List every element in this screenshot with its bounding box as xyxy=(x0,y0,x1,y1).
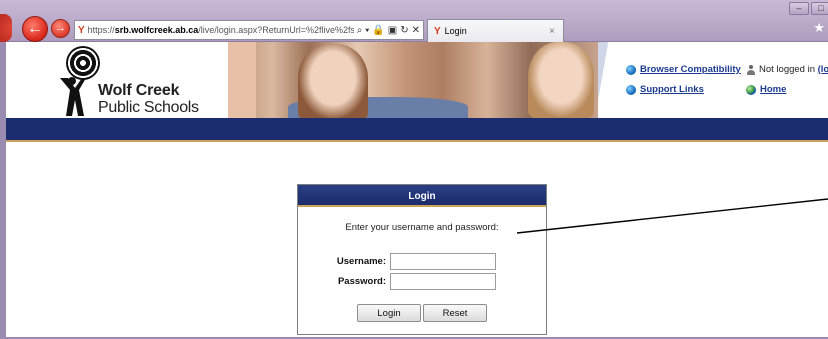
password-label: Password: xyxy=(337,276,386,287)
tab-title: Login xyxy=(444,26,467,36)
header-photo xyxy=(228,42,598,118)
compat-view-icon[interactable]: ▣ xyxy=(388,25,397,36)
window-edge xyxy=(0,14,12,42)
login-prompt: Enter your username and password: xyxy=(345,222,499,233)
browser-compat-link[interactable]: Browser Compatibility xyxy=(626,64,741,75)
minimize-button[interactable]: – xyxy=(789,2,809,15)
logo-text-name: Wolf Creek xyxy=(98,82,180,99)
logo[interactable]: Wolf Creek Public Schools xyxy=(56,46,216,116)
login-title: Login xyxy=(298,185,546,207)
globe-icon xyxy=(626,64,636,75)
logo-text-subtitle: Public Schools xyxy=(98,99,199,116)
nav-bar xyxy=(6,118,828,140)
maximize-button[interactable]: □ xyxy=(811,2,828,15)
nav-divider xyxy=(6,140,828,142)
refresh-icon[interactable]: ↻ xyxy=(400,25,408,36)
lock-icon[interactable]: 🔒 xyxy=(372,25,384,36)
username-row: Username: xyxy=(298,253,548,271)
search-icon[interactable]: ⌕ ▾ xyxy=(357,25,370,36)
password-row: Password: xyxy=(298,273,548,291)
home-globe-icon xyxy=(746,84,756,95)
favorites-star-icon[interactable]: ★ xyxy=(813,20,825,36)
address-url[interactable]: https://srb.wolfcreek.ab.ca/live/login.a… xyxy=(88,25,354,35)
tab-close-icon[interactable]: × xyxy=(549,26,555,37)
swirl-logo-icon xyxy=(66,46,100,80)
login-button[interactable]: Login xyxy=(357,304,421,322)
login-link[interactable]: (logi xyxy=(818,64,828,75)
reset-button[interactable]: Reset xyxy=(423,304,487,322)
login-status: Not logged in (logi xyxy=(746,64,828,75)
site-header: Wolf Creek Public Schools Browser Compat… xyxy=(6,42,828,118)
tab-favicon-icon: Y xyxy=(434,25,441,37)
tab-login[interactable]: Y Login × xyxy=(427,19,564,42)
header-links: Browser Compatibility Not logged in (log… xyxy=(598,42,828,118)
forward-button[interactable]: → xyxy=(51,19,70,38)
username-field[interactable] xyxy=(390,253,496,270)
login-panel: Login Enter your username and password: … xyxy=(297,184,547,335)
username-label: Username: xyxy=(336,256,386,267)
password-field[interactable] xyxy=(390,273,496,290)
support-icon xyxy=(626,84,636,95)
user-icon xyxy=(746,64,756,75)
site-favicon-icon: Y xyxy=(78,24,85,36)
address-bar[interactable]: Y https://srb.wolfcreek.ab.ca/live/login… xyxy=(74,20,424,40)
support-links-link[interactable]: Support Links xyxy=(626,84,704,95)
back-button[interactable]: ← xyxy=(22,16,48,42)
home-link[interactable]: Home xyxy=(746,84,786,95)
stop-icon[interactable]: ✕ xyxy=(412,25,420,36)
person-logo-icon xyxy=(60,77,86,116)
browser-toolbar: ← → Y https://srb.wolfcreek.ab.ca/live/l… xyxy=(0,0,828,42)
